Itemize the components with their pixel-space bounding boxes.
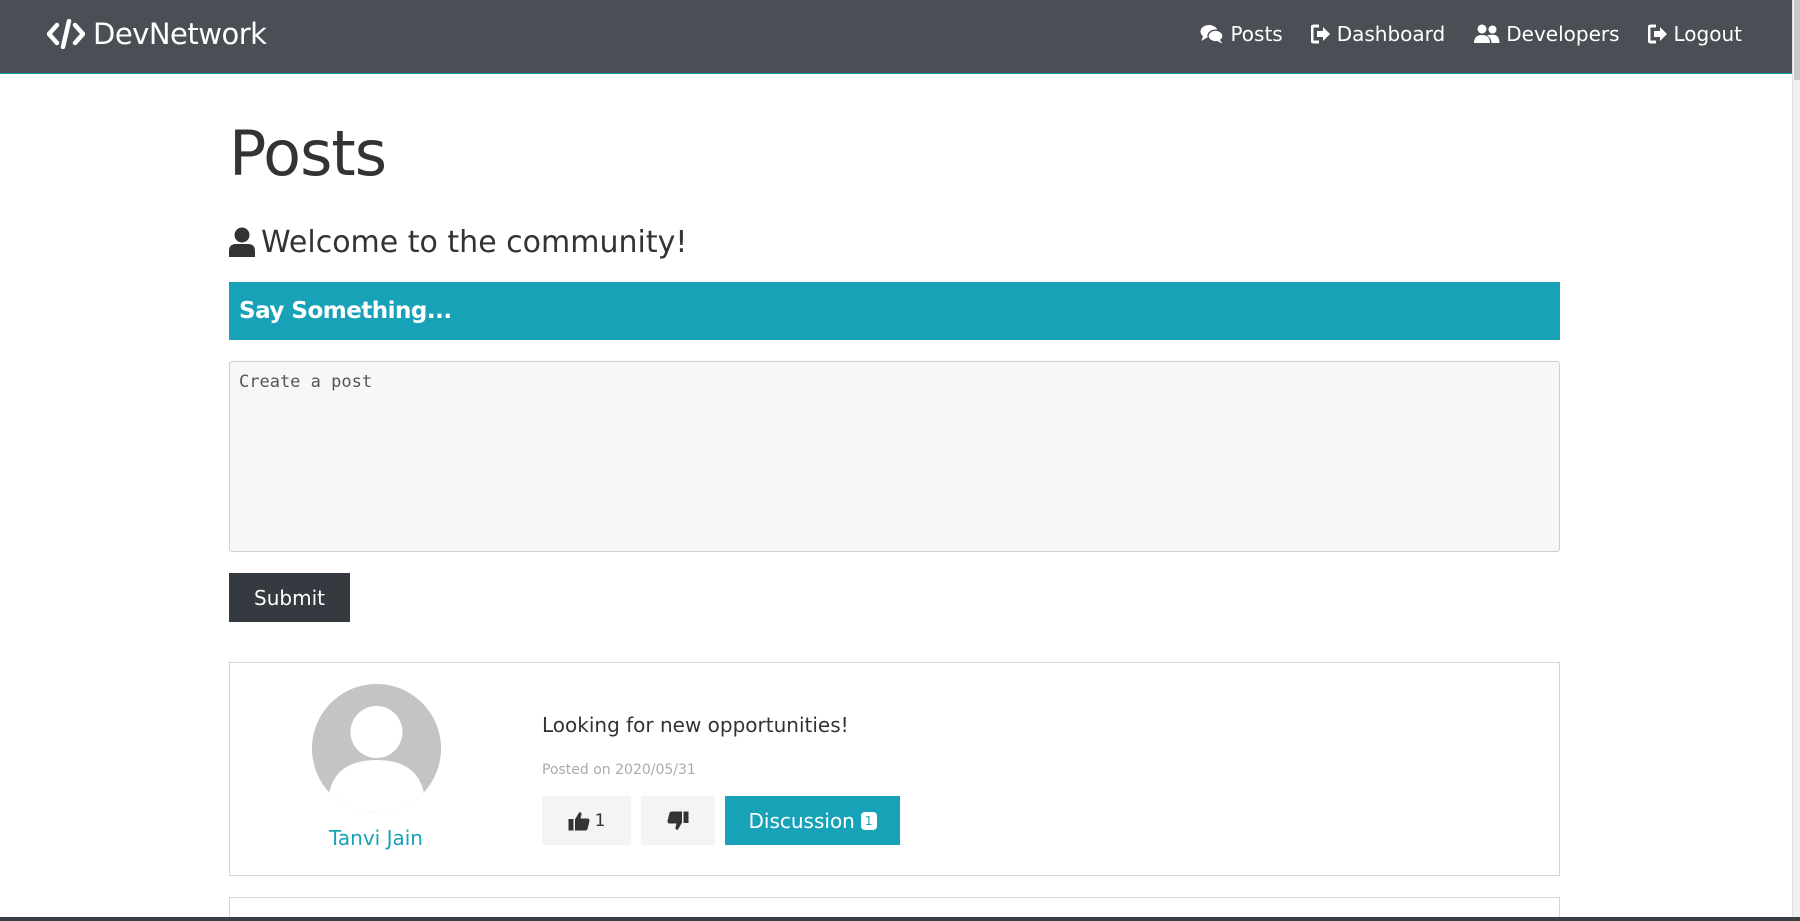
page-title: Posts [229, 117, 387, 190]
bottom-strip [0, 917, 1800, 921]
nav-links: Posts Dashboard Developers Logout [1200, 17, 1742, 51]
post-date: Posted on 2020/05/31 [542, 762, 696, 778]
submit-button[interactable]: Submit [229, 573, 350, 622]
post-text: Looking for new opportunities! [542, 713, 849, 737]
thumbs-down-icon [667, 811, 689, 830]
vertical-scrollbar[interactable] [1792, 0, 1800, 921]
thumbs-up-icon [568, 811, 590, 830]
welcome-message: Welcome to the community! [229, 222, 1560, 262]
sign-out-icon [1647, 24, 1667, 44]
navbar: DevNetwork Posts Dashboard Developers Lo… [0, 0, 1800, 74]
sign-out-icon [1310, 24, 1330, 44]
nav-dashboard-label: Dashboard [1336, 22, 1446, 46]
like-button[interactable]: 1 [542, 796, 631, 845]
user-icon [229, 227, 255, 257]
nav-developers-label: Developers [1506, 22, 1620, 46]
post-item: Tanvi Jain Looking for new opportunities… [229, 662, 1560, 876]
nav-posts-label: Posts [1230, 22, 1283, 46]
post-form-header: Say Something... [229, 282, 1560, 340]
post-form-header-text: Say Something... [239, 298, 452, 324]
post-body: Looking for new opportunities! Posted on… [542, 663, 900, 845]
like-count: 1 [594, 810, 606, 831]
brand-name: DevNetwork [93, 17, 267, 51]
scrollbar-thumb[interactable] [1794, 0, 1800, 80]
comment-count-badge: 1 [860, 811, 877, 830]
discussion-label: Discussion [748, 808, 855, 833]
default-avatar-icon [311, 684, 441, 813]
post-textarea[interactable] [229, 361, 1560, 552]
avatar[interactable] [311, 684, 441, 813]
nav-posts[interactable]: Posts [1200, 22, 1283, 46]
nav-logout-label: Logout [1673, 22, 1742, 46]
code-icon [47, 19, 85, 49]
main-container: Posts Welcome to the community! Say Some… [229, 74, 1560, 622]
welcome-text: Welcome to the community! [261, 224, 688, 260]
brand-link[interactable]: DevNetwork [47, 14, 267, 54]
users-icon [1474, 24, 1500, 43]
nav-dashboard[interactable]: Dashboard [1310, 22, 1446, 46]
discussion-button[interactable]: Discussion 1 [725, 796, 900, 845]
post-author: Tanvi Jain [230, 663, 522, 875]
nav-logout[interactable]: Logout [1647, 22, 1742, 46]
comments-icon [1200, 25, 1225, 44]
nav-developers[interactable]: Developers [1473, 22, 1620, 46]
author-name-link[interactable]: Tanvi Jain [329, 826, 423, 850]
dislike-button[interactable] [641, 796, 715, 845]
post-actions: 1 Discussion 1 [542, 796, 900, 845]
page: DevNetwork Posts Dashboard Developers Lo… [0, 0, 1800, 921]
